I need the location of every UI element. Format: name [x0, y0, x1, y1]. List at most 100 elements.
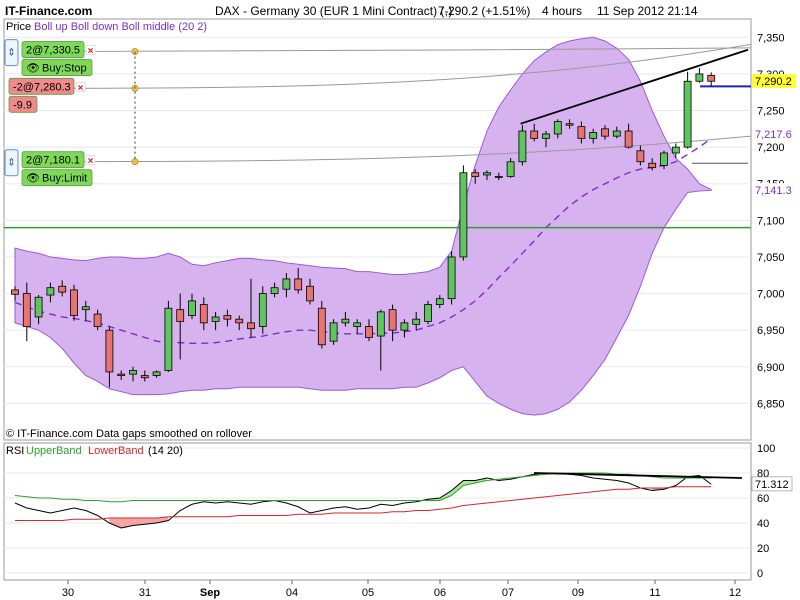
candle: [317, 300, 326, 349]
close-icon: ×: [88, 46, 94, 57]
rsi-line-lowerband: [15, 486, 712, 521]
candle-body: [542, 133, 550, 139]
candle-body: [117, 373, 126, 376]
move-arrows-icon: ⇕: [7, 158, 15, 169]
candle-body: [648, 162, 657, 169]
bollinger-band: [14, 36, 712, 416]
price-change: 7,290.2 (+1.51%): [438, 4, 530, 18]
candle-body: [70, 289, 78, 316]
header: IT-Finance.com DAX - Germany 30 (EUR 1 M…: [5, 4, 698, 18]
candle-body: [329, 322, 338, 342]
order-widget-0[interactable]: ⇕ 2@7,330.5 × 👁 Buy:Stop: [4, 39, 96, 76]
boll-upper-label: 7,217.6: [755, 129, 792, 141]
rsi-axis: 10080604020071.312: [751, 443, 793, 580]
candle-body: [494, 176, 503, 178]
rsi-panel-frame: [3, 442, 752, 581]
price-tick-label: 6,850: [757, 398, 785, 410]
candle-body: [22, 293, 31, 327]
rsi-grid: [4, 447, 751, 574]
rsi-resistance-trendline: [533, 472, 743, 479]
x-tick-label: 09: [572, 587, 584, 599]
candle-body: [235, 318, 244, 324]
candle-body: [553, 121, 562, 135]
rsi-overbought-fill: [428, 478, 487, 501]
x-tick-label: 04: [286, 587, 298, 599]
candle-body: [471, 172, 480, 177]
candle-body: [400, 322, 409, 331]
price-tick-label: 7,100: [757, 215, 785, 227]
x-tick-label: 06: [434, 587, 446, 599]
order-label: -2@7,280.3: [13, 81, 71, 93]
candle-body: [152, 371, 161, 376]
eye-icon: 👁: [26, 63, 40, 75]
order-action-label: Buy:Stop: [42, 63, 87, 75]
candle-body: [140, 375, 149, 379]
candle-body: [660, 152, 668, 166]
legend-bollinger: Boll up Boll down Boll middle (20 2): [34, 21, 207, 33]
candle-body: [601, 128, 609, 137]
candle-body: [223, 315, 232, 320]
price-tick-label: 6,950: [757, 325, 785, 337]
rsi-tick-label: 0: [757, 568, 763, 580]
candle: [707, 72, 716, 87]
candle: [164, 300, 173, 372]
candle-body: [93, 313, 102, 327]
candle-body: [636, 150, 645, 163]
legend-rsi-lower: LowerBand: [88, 445, 144, 457]
candle: [329, 319, 338, 345]
candle-body: [671, 146, 680, 154]
price-tick-label: 7,000: [757, 289, 785, 301]
legend-rsi-params: (14 20): [148, 445, 183, 457]
candle-body: [565, 123, 574, 126]
x-tick-label: 30: [62, 587, 74, 599]
candle: [424, 300, 432, 325]
bollinger-band-area: [14, 36, 712, 416]
candle: [70, 284, 78, 321]
legend-rsi: RSI: [6, 445, 24, 457]
x-axis: 30 31 Sep 04 05 06 07 09 11 12: [62, 580, 741, 599]
candle: [518, 125, 527, 166]
candle-body: [129, 370, 137, 375]
candle-body: [612, 130, 621, 137]
legend-rsi-upper: UpperBand: [26, 445, 82, 457]
candle-body: [577, 126, 586, 139]
candle-body: [695, 73, 704, 82]
candle-body: [81, 306, 90, 311]
candle-body: [188, 300, 196, 316]
candle-body: [270, 287, 279, 294]
candle-body: [424, 304, 432, 322]
price-tick-label: 7,250: [757, 106, 785, 118]
candle-body: [282, 278, 291, 290]
candle-body: [365, 326, 373, 338]
order-action-label: -9.9: [13, 99, 32, 111]
candle-body: [258, 293, 267, 327]
candle-body: [447, 256, 456, 300]
rsi-tick-label: 40: [757, 518, 769, 530]
candle-body: [506, 161, 515, 177]
candle-body: [176, 309, 185, 322]
candle: [695, 68, 704, 83]
interval-label[interactable]: 4 hours: [542, 4, 582, 18]
close-icon: ×: [88, 156, 94, 167]
rsi-tick-label: 20: [757, 543, 769, 555]
x-tick-label: 12: [729, 587, 741, 599]
x-tick-label: 31: [139, 587, 151, 599]
rsi-tick-label: 100: [757, 443, 775, 455]
x-tick-label: Sep: [200, 587, 220, 599]
candle: [459, 165, 468, 261]
candle-body: [341, 318, 350, 324]
candle-body: [58, 285, 67, 293]
order-widget-2[interactable]: ⇕ 2@7,180.1 × 👁 Buy:Limit: [4, 149, 96, 187]
price-axis: 7,3507,3007,2507,2007,1507,1007,0507,000…: [757, 32, 785, 410]
brand-logo[interactable]: IT-Finance.com: [5, 4, 92, 18]
candle: [258, 286, 267, 334]
candle-body: [388, 309, 397, 331]
current-price-label: 7,290.2: [755, 76, 792, 88]
chart-canvas: IT-Finance.com DAX - Germany 30 (EUR 1 M…: [3, 4, 796, 599]
price-tick-label: 7,200: [757, 142, 785, 154]
order-widget-1[interactable]: -2@7,280.3 × -9.9: [8, 77, 86, 113]
x-tick-label: 05: [362, 587, 374, 599]
candle: [447, 251, 456, 305]
x-tick-label: 11: [649, 587, 660, 599]
rsi-tick-label: 60: [757, 493, 769, 505]
